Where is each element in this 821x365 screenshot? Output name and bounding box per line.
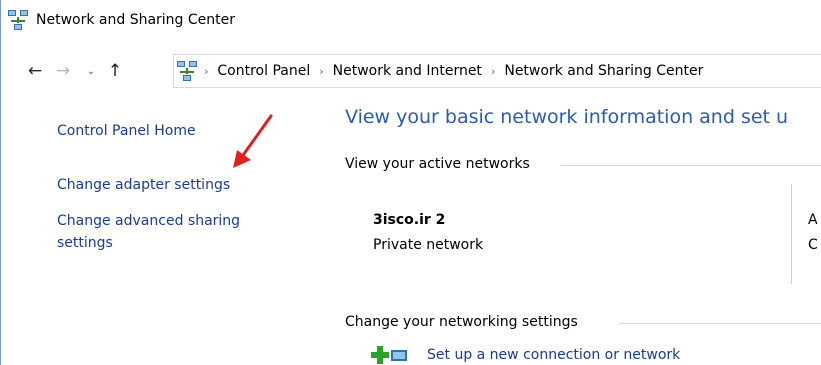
breadcrumb-separator-icon[interactable]: › [204, 65, 208, 78]
network-center-icon [8, 10, 28, 30]
network-name: 3isco.ir 2 [373, 212, 446, 228]
new-connection-icon [371, 346, 407, 364]
window-frame: Network and Sharing Center ← → ⌄ ↑ › Con… [0, 0, 821, 365]
setup-new-connection-link[interactable]: Set up a new connection or network [427, 347, 680, 363]
breadcrumb-network-sharing-center[interactable]: Network and Sharing Center [504, 63, 703, 79]
change-settings-label: Change your networking settings [345, 314, 578, 330]
section-divider [561, 165, 821, 166]
breadcrumb-separator-icon[interactable]: › [491, 65, 495, 78]
sidebar-item-change-adapter-settings[interactable]: Change adapter settings [57, 174, 230, 196]
sidebar-item-control-panel-home[interactable]: Control Panel Home [57, 120, 196, 142]
annotation-arrow-icon [233, 114, 273, 168]
breadcrumb-control-panel[interactable]: Control Panel [217, 63, 310, 79]
recent-locations-icon[interactable]: ⌄ [79, 66, 103, 77]
network-access-label: A [808, 212, 818, 228]
section-divider [619, 323, 821, 324]
up-arrow-icon[interactable]: ↑ [103, 61, 127, 81]
window-title: Network and Sharing Center [36, 12, 236, 28]
title-bar: Network and Sharing Center [7, 0, 817, 40]
navigation-bar: ← → ⌄ ↑ › Control Panel › Network and In… [1, 52, 821, 90]
network-type: Private network [373, 237, 484, 253]
network-center-icon [177, 61, 197, 81]
breadcrumb-separator-icon[interactable]: › [319, 65, 323, 78]
network-connections-label: C [808, 237, 818, 253]
breadcrumb-network-and-internet[interactable]: Network and Internet [333, 63, 482, 79]
active-networks-label: View your active networks [345, 156, 530, 172]
page-title: View your basic network information and … [345, 106, 789, 128]
sidebar-item-change-advanced-sharing[interactable]: Change advanced sharing settings [57, 210, 287, 254]
column-divider [791, 184, 792, 284]
back-arrow-icon[interactable]: ← [23, 61, 47, 81]
address-bar[interactable]: › Control Panel › Network and Internet ›… [173, 54, 821, 88]
forward-arrow-icon[interactable]: → [51, 61, 75, 81]
